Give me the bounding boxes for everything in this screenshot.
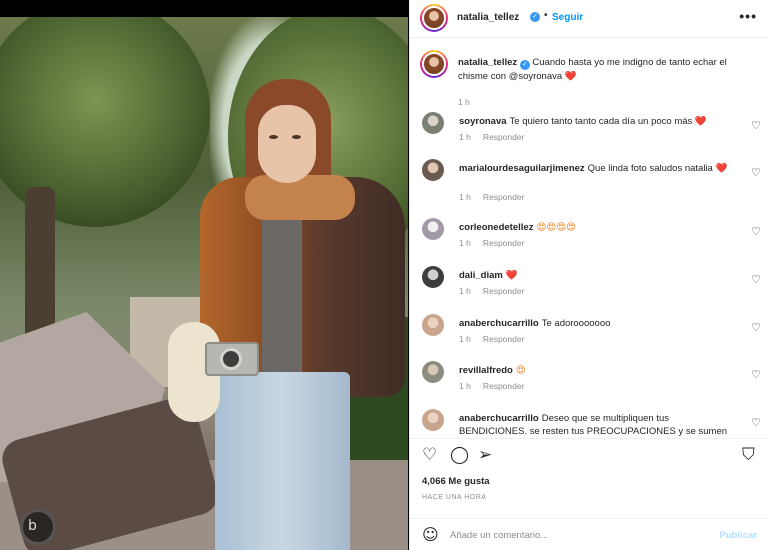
publish-button[interactable]: Publicar — [720, 530, 758, 541]
author-username[interactable]: natalia_tellez — [457, 12, 519, 23]
commenter-avatar[interactable] — [422, 218, 444, 240]
add-comment-bar: ☺ Publicar — [410, 518, 768, 550]
post-photo[interactable]: b — [0, 17, 408, 550]
commenter-avatar[interactable] — [422, 409, 444, 431]
comment-like-heart-icon[interactable]: ♡ — [751, 225, 761, 238]
comment-emoji: ❤️ — [715, 163, 728, 174]
likes-count[interactable]: 4,066 Me gusta — [422, 476, 490, 487]
comment-username[interactable]: corleonedetellez — [459, 222, 533, 233]
comment-username[interactable]: revillalfredo — [459, 365, 513, 376]
comment-username[interactable]: soyronava — [459, 116, 507, 127]
comment-like-heart-icon[interactable]: ♡ — [751, 416, 761, 429]
comment-icon[interactable]: ◯ — [450, 445, 469, 465]
share-icon[interactable]: ➢ — [478, 445, 492, 465]
comment-username[interactable]: anaberchucarrillo — [459, 413, 539, 424]
caption-avatar[interactable] — [420, 50, 448, 78]
instagram-post-modal: b natalia_tellez ✓ • Seguir ••• natalia_… — [0, 0, 768, 550]
more-icon[interactable]: ••• — [739, 8, 757, 24]
comment-like-heart-icon[interactable]: ♡ — [751, 368, 761, 381]
commenter-avatar[interactable] — [422, 266, 444, 288]
comment-text: Te quiero tanto tanto cada día un poco m… — [509, 116, 693, 127]
reply-button[interactable]: Responder — [483, 132, 525, 142]
reply-button[interactable]: Responder — [483, 238, 525, 248]
comment-text: Que linda foto saludos natalia — [587, 163, 713, 174]
caption-username[interactable]: natalia_tellez — [458, 57, 517, 68]
commenter-avatar[interactable] — [422, 361, 444, 383]
comment-input[interactable] — [450, 527, 700, 543]
caption-emoji: ❤️ — [564, 71, 577, 82]
comments-list[interactable]: natalia_tellez ✓ Cuando hasta yo me indi… — [410, 38, 768, 438]
separator-dot: • — [544, 10, 548, 21]
comment-time: 1 h — [459, 286, 471, 296]
commenter-avatar[interactable] — [422, 112, 444, 134]
comment-like-heart-icon[interactable]: ♡ — [751, 119, 761, 132]
reply-button[interactable]: Responder — [483, 192, 525, 202]
comment-emoji: ❤️ — [694, 116, 707, 127]
caption-time: 1 h — [458, 97, 470, 107]
reply-button[interactable]: Responder — [483, 381, 525, 391]
heart-icon[interactable]: ♡ — [422, 445, 437, 465]
comment-time: 1 h — [459, 132, 471, 142]
comment-username[interactable]: dali_diam — [459, 270, 503, 281]
commenter-avatar[interactable] — [422, 314, 444, 336]
comment-username[interactable]: anaberchucarrillo — [459, 318, 539, 329]
comment-time: 1 h — [459, 238, 471, 248]
commenter-avatar[interactable] — [422, 159, 444, 181]
reply-button[interactable]: Responder — [483, 334, 525, 344]
comment-emoji: 😍😍😍😍 — [536, 222, 577, 233]
post-header: natalia_tellez ✓ • Seguir ••• — [410, 0, 768, 38]
comment-like-heart-icon[interactable]: ♡ — [751, 273, 761, 286]
comment-time: 1 h — [459, 381, 471, 391]
follow-button[interactable]: Seguir — [552, 12, 583, 23]
reply-button[interactable]: Responder — [483, 286, 525, 296]
comment-like-heart-icon[interactable]: ♡ — [751, 166, 761, 179]
verified-icon: ✓ — [530, 12, 540, 22]
comment-text: Te adorooooooo — [541, 318, 611, 329]
bookmark-icon[interactable]: ⛉ — [742, 445, 755, 465]
comment-username[interactable]: marialourdesaguilarjimenez — [459, 163, 585, 174]
post-actions: ♡ ◯ ➢ ⛉ 4,066 Me gusta HACE UNA HORA — [410, 438, 768, 518]
smile-icon[interactable]: ☺ — [422, 525, 439, 544]
comment-time: 1 h — [459, 334, 471, 344]
post-side-panel: natalia_tellez ✓ • Seguir ••• natalia_te… — [409, 0, 768, 550]
comment-emoji: ❤️ — [505, 270, 518, 281]
posted-time: HACE UNA HORA — [422, 494, 487, 501]
comment-emoji: 😍 — [515, 365, 526, 376]
verified-icon: ✓ — [519, 60, 530, 70]
comment-like-heart-icon[interactable]: ♡ — [751, 321, 761, 334]
author-avatar[interactable] — [420, 4, 448, 32]
comment-time: 1 h — [459, 192, 471, 202]
